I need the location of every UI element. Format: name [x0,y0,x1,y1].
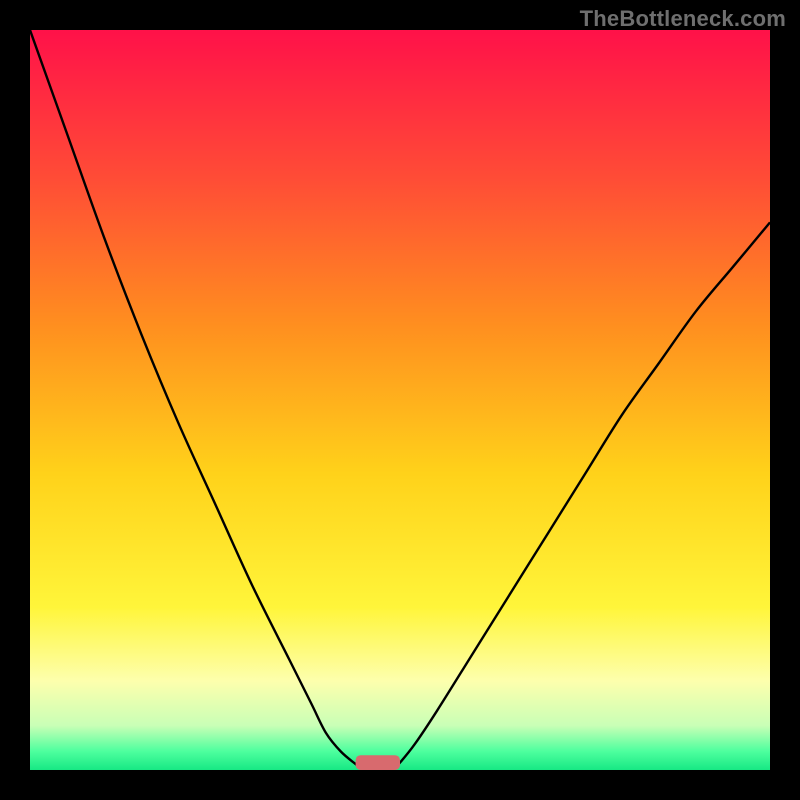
watermark-label: TheBottleneck.com [580,6,786,32]
plot-area [30,30,770,770]
gradient-background [30,30,770,770]
bottleneck-marker [356,755,400,770]
chart-svg [30,30,770,770]
chart-frame: TheBottleneck.com [0,0,800,800]
